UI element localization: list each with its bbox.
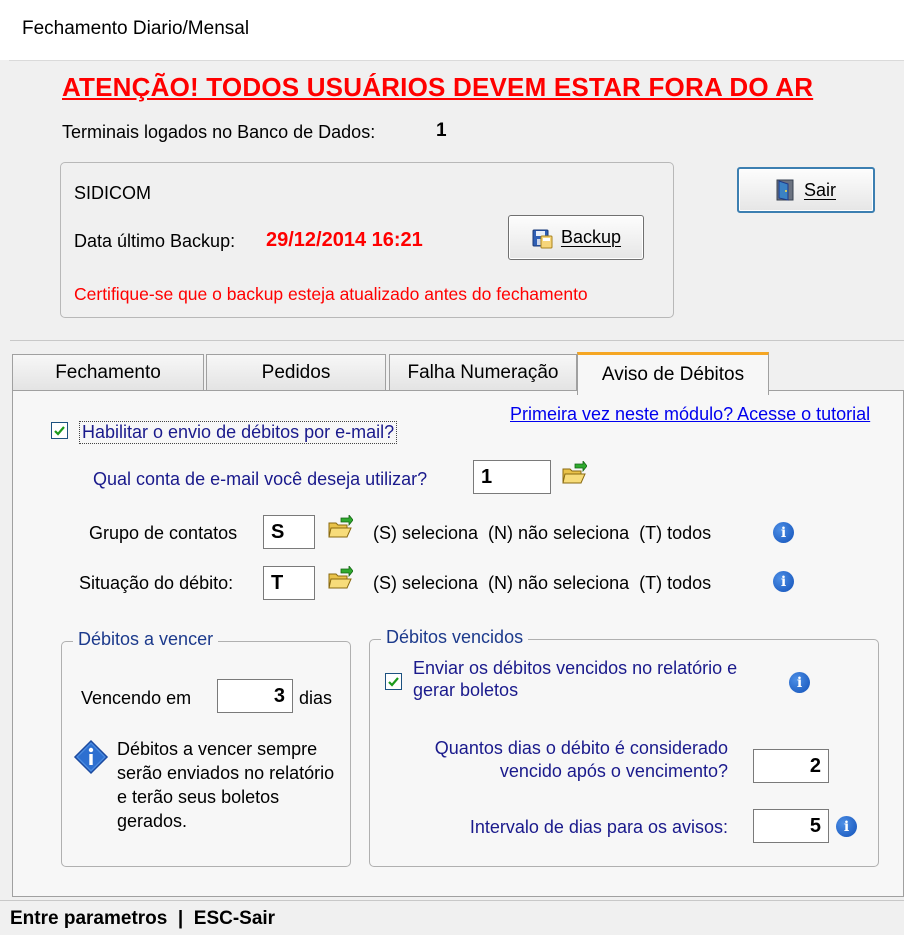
logout-warning: ATENÇÃO! TODOS USUÁRIOS DEVEM ESTAR FORA… [62, 72, 814, 102]
status-bar: Entre parametros | ESC-Sair [0, 900, 904, 935]
contact-group-hint: (S) seleciona (N) não seleciona (T) todo… [373, 523, 712, 543]
backup-button[interactable]: Backup [508, 215, 644, 260]
upcoming-debts-legend: Débitos a vencer [73, 629, 219, 650]
title-bar: Fechamento Diario/Mensal [0, 0, 904, 61]
debt-status-field[interactable]: T [263, 566, 315, 600]
tab-fechamento[interactable]: Fechamento [12, 354, 204, 391]
backup-disk-icon [531, 227, 553, 249]
exit-button[interactable]: Sair [737, 167, 875, 213]
window-left-edge [0, 60, 9, 900]
enable-email-label[interactable]: Habilitar o envio de débitos por e-mail? [79, 421, 398, 444]
last-backup-date: 29/12/2014 16:21 [266, 229, 423, 251]
interval-field[interactable]: 5 [753, 809, 829, 843]
backup-note: Certifique-se que o backup esteja atuali… [74, 284, 588, 304]
tab-panel-aviso-de-debitos: Habilitar o envio de débitos por e-mail?… [12, 390, 904, 897]
checkmark-icon [54, 426, 65, 436]
tab-falha-numeracao[interactable]: Falha Numeração [389, 354, 577, 391]
open-folder-icon[interactable] [561, 459, 588, 492]
tab-aviso-de-debitos[interactable]: Aviso de Débitos [577, 352, 769, 395]
backup-button-label: Backup [560, 227, 622, 247]
email-account-field[interactable]: 1 [473, 460, 551, 494]
contact-group-label: Grupo de contatos [89, 523, 238, 543]
info-icon[interactable]: i [773, 571, 794, 592]
contact-group-field[interactable]: S [263, 515, 315, 549]
terminals-label: Terminais logados no Banco de Dados: [62, 122, 376, 142]
info-icon[interactable]: i [789, 672, 810, 693]
open-folder-icon[interactable] [327, 564, 354, 597]
info-icon[interactable]: i [773, 522, 794, 543]
debt-status-hint: (S) seleciona (N) não seleciona (T) todo… [373, 573, 712, 593]
tab-pedidos[interactable]: Pedidos [206, 354, 386, 391]
system-name: SIDICOM [74, 183, 152, 203]
debt-status-label: Situação do débito: [79, 573, 234, 593]
terminals-count: 1 [436, 120, 447, 141]
due-in-days-field[interactable]: 3 [217, 679, 293, 713]
exit-button-label: Sair [803, 179, 836, 200]
info-icon[interactable]: i [836, 816, 857, 837]
enable-email-checkbox[interactable] [51, 422, 68, 439]
days-overdue-label: Quantos dias o débito é considerado venc… [434, 738, 728, 781]
overdue-debts-legend: Débitos vencidos [381, 627, 529, 648]
tab-label: Fechamento [55, 362, 161, 383]
days-overdue-field[interactable]: 2 [753, 749, 829, 783]
checkmark-icon [388, 677, 399, 687]
upcoming-info-text: Débitos a vencer sempre serão enviados n… [117, 739, 335, 831]
tutorial-link[interactable]: Primeira vez neste módulo? Acesse o tuto… [510, 404, 870, 425]
open-folder-icon[interactable] [327, 513, 354, 546]
window-title: Fechamento Diario/Mensal [22, 18, 250, 39]
send-overdue-checkbox[interactable] [385, 673, 402, 690]
send-overdue-label[interactable]: Enviar os débitos vencidos no relatório … [413, 657, 763, 701]
tab-label: Aviso de Débitos [601, 364, 745, 385]
exit-door-icon [776, 179, 796, 201]
last-backup-label: Data último Backup: [74, 231, 236, 251]
due-in-unit: dias [299, 688, 333, 708]
due-in-label: Vencendo em [81, 688, 192, 708]
tab-label: Falha Numeração [407, 362, 559, 383]
email-account-label: Qual conta de e-mail você deseja utiliza… [93, 469, 428, 489]
tab-label: Pedidos [261, 362, 331, 383]
interval-label: Intervalo de dias para os avisos: [469, 817, 728, 837]
info-diamond-icon [73, 739, 109, 780]
separator [10, 340, 904, 341]
status-text: Entre parametros | ESC-Sair [10, 908, 276, 929]
